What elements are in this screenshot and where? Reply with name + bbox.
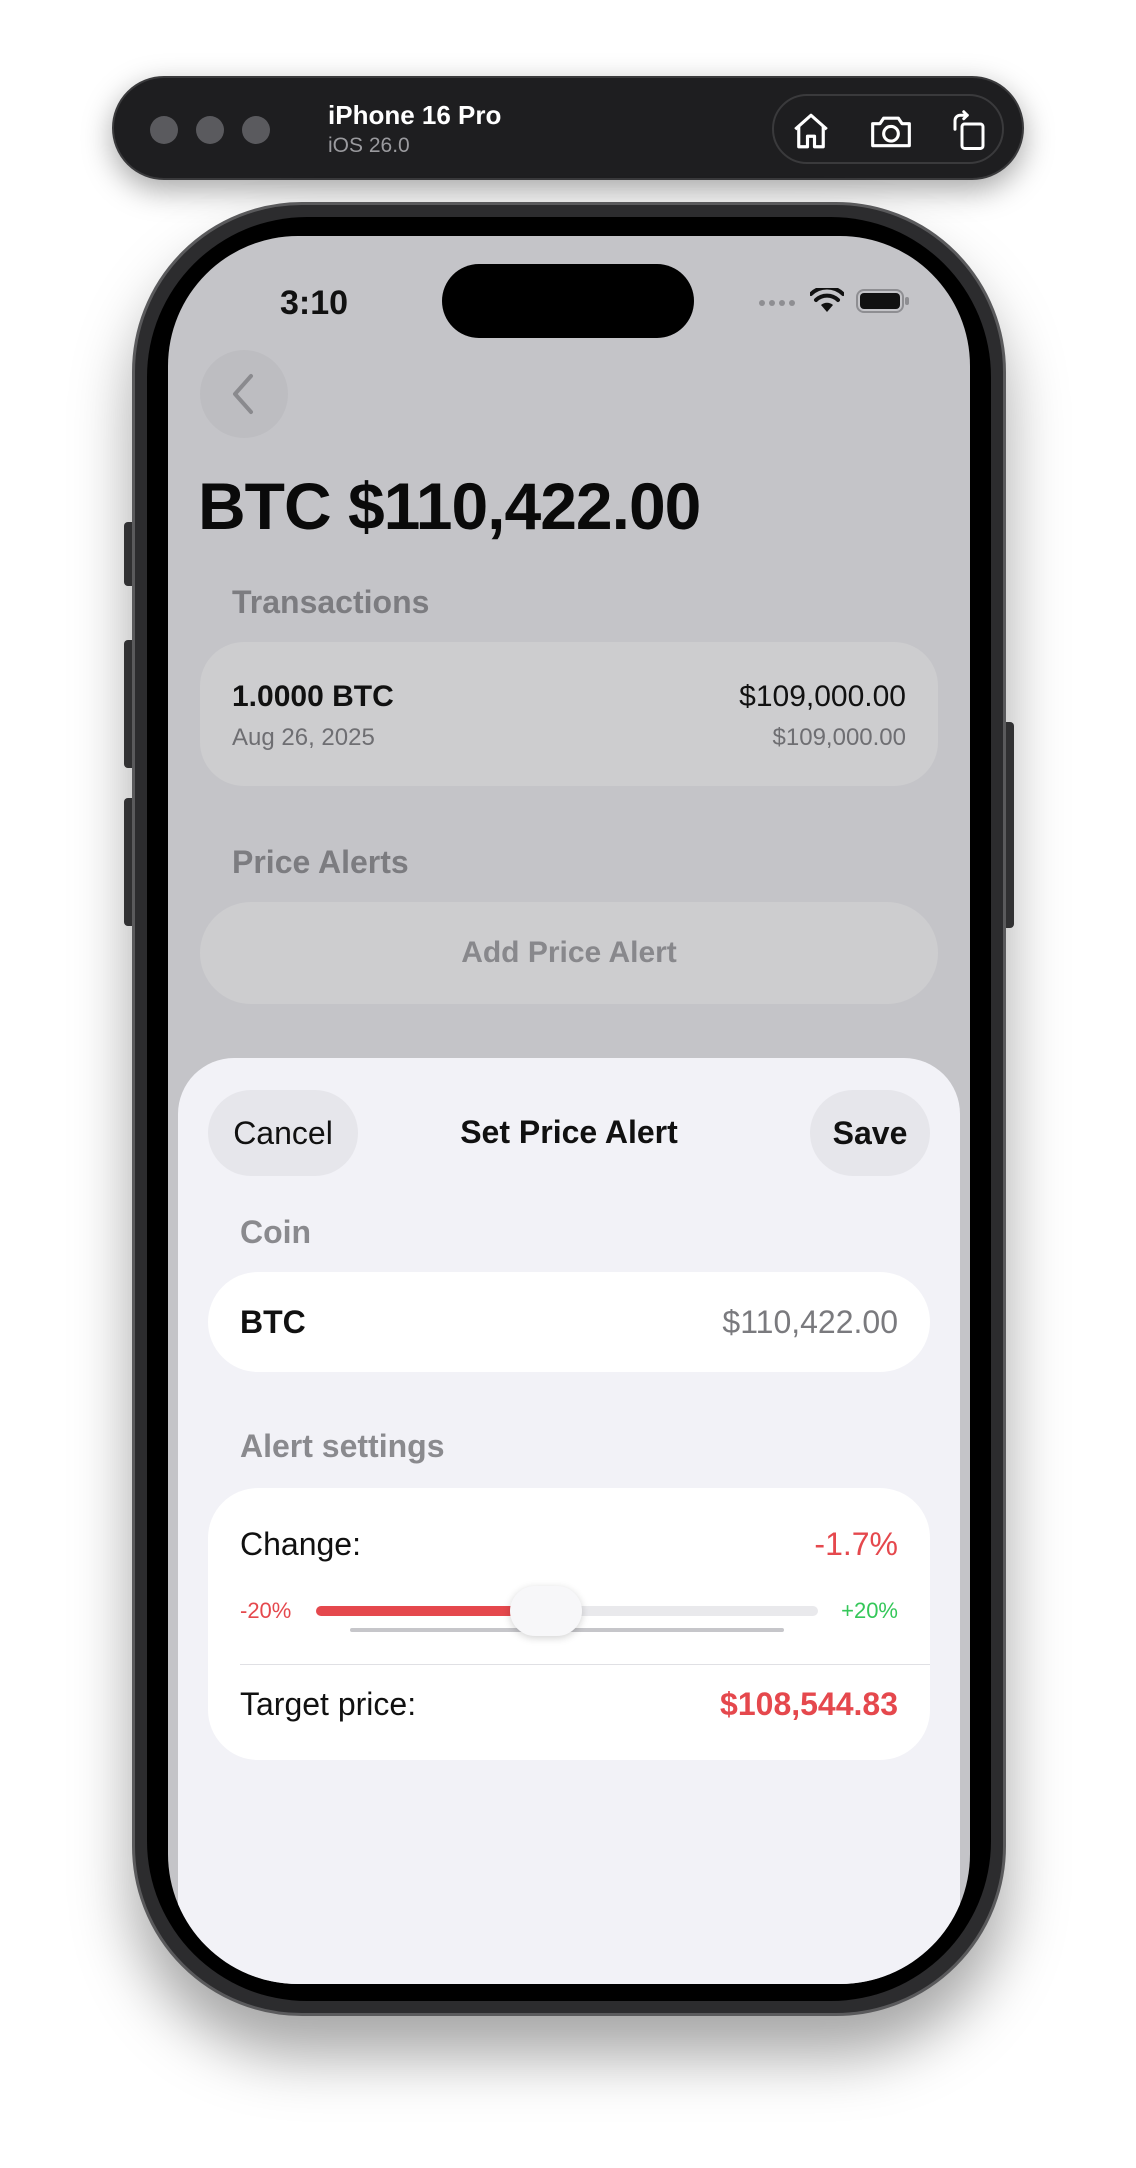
change-value: -1.7% <box>814 1526 898 1562</box>
transaction-row[interactable]: 1.0000 BTC Aug 26, 2025 $109,000.00 $109… <box>200 642 938 786</box>
target-price-label: Target price: <box>240 1686 417 1722</box>
target-price-value: $108,544.83 <box>720 1686 898 1722</box>
cellular-icon <box>759 300 795 306</box>
slider-min-label: -20% <box>240 1598 292 1623</box>
home-icon[interactable] <box>788 108 834 154</box>
alert-settings-card: Change: -1.7% -20% +20% Target price: $1… <box>208 1488 930 1760</box>
rotate-icon[interactable] <box>946 108 992 154</box>
slider-max-label: +20% <box>841 1598 898 1623</box>
coin-row[interactable]: BTC $110,422.00 <box>208 1272 930 1372</box>
coin-price: $110,422.00 <box>722 1304 898 1340</box>
add-price-alert-button[interactable]: Add Price Alert <box>200 902 938 1004</box>
save-button[interactable]: Save <box>810 1090 930 1176</box>
alert-settings-label: Alert settings <box>240 1428 445 1464</box>
dynamic-island <box>442 264 694 338</box>
transaction-cost: $109,000.00 <box>772 724 906 751</box>
transaction-date: Aug 26, 2025 <box>232 724 375 751</box>
device-name: iPhone 16 Pro <box>328 100 502 130</box>
wifi-icon <box>810 288 844 312</box>
coin-section-label: Coin <box>240 1214 312 1250</box>
change-label: Change: <box>240 1526 361 1562</box>
chevron-left-icon <box>233 374 253 414</box>
price-alerts-label: Price Alerts <box>232 844 409 880</box>
set-price-alert-sheet: Cancel Set Price Alert Save Coin BTC $11… <box>178 1058 960 1984</box>
os-version: iOS 26.0 <box>328 134 410 157</box>
divider <box>240 1664 930 1665</box>
page-title: BTC $110,422.00 <box>198 469 701 543</box>
status-icons <box>758 288 910 314</box>
back-button[interactable] <box>200 350 288 438</box>
phone-screen: 3:10 BTC $110,422.00 Transactions 1.0000… <box>168 236 970 1984</box>
screenshot-icon[interactable] <box>868 108 914 154</box>
simulator-window: iPhone 16 Pro iOS 26.0 3:10 BTC $110,422… <box>0 0 1136 2168</box>
simulator-toolbar: iPhone 16 Pro iOS 26.0 <box>112 76 1024 180</box>
status-time: 3:10 <box>280 284 349 322</box>
transaction-value: $109,000.00 <box>739 680 906 713</box>
window-minimize-dot[interactable] <box>196 116 224 144</box>
toolbar-actions <box>772 94 1004 164</box>
battery-icon <box>856 289 909 313</box>
transaction-amount: 1.0000 BTC <box>232 680 394 713</box>
transactions-label: Transactions <box>232 584 430 620</box>
window-zoom-dot[interactable] <box>242 116 270 144</box>
window-close-dot[interactable] <box>150 116 178 144</box>
coin-symbol: BTC <box>240 1304 306 1340</box>
change-slider-thumb[interactable] <box>509 1586 582 1636</box>
